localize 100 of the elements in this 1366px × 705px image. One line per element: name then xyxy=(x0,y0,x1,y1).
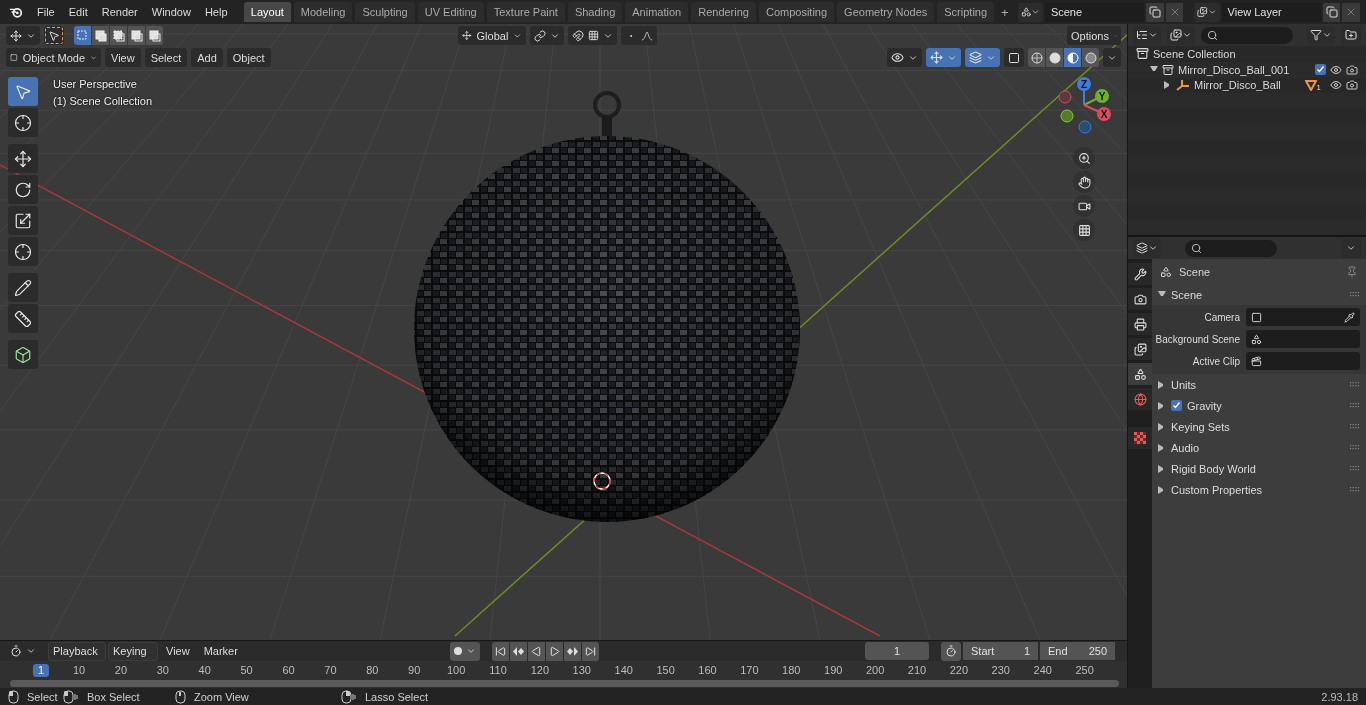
next-keyframe-button[interactable] xyxy=(564,641,581,661)
pivot-button[interactable] xyxy=(530,26,564,45)
shading-mode-button[interactable] xyxy=(1064,48,1081,67)
close-button[interactable] xyxy=(1342,2,1360,22)
disclosure-triangle[interactable] xyxy=(1158,422,1166,431)
play-reverse-button[interactable] xyxy=(528,641,545,661)
id-field[interactable] xyxy=(1246,352,1360,370)
properties-tab[interactable] xyxy=(1128,363,1152,385)
workspace-tab[interactable]: Layout xyxy=(243,2,291,22)
properties-tab[interactable] xyxy=(1128,338,1152,360)
pan-button[interactable] xyxy=(1073,171,1095,193)
viewport-menu[interactable]: Add xyxy=(191,48,223,67)
scale-tool[interactable] xyxy=(8,206,38,235)
add-workspace-button[interactable]: + xyxy=(996,2,1014,22)
3d-cursor-icon[interactable] xyxy=(593,472,611,490)
selection-mode-button[interactable] xyxy=(110,26,127,45)
select-tool[interactable] xyxy=(8,77,38,106)
current-frame-field[interactable]: 1 xyxy=(865,642,929,660)
properties-tab[interactable] xyxy=(1128,388,1152,410)
ortho-toggle-button[interactable] xyxy=(1073,219,1095,241)
menu-item[interactable]: Render xyxy=(95,3,144,21)
workspace-tab[interactable]: Geometry Nodes xyxy=(837,2,935,22)
record-button[interactable] xyxy=(450,641,480,661)
disclosure-triangle[interactable] xyxy=(1158,464,1166,473)
workspace-tab[interactable]: Modeling xyxy=(293,2,353,22)
copy-button[interactable] xyxy=(1146,2,1164,22)
workspace-tab[interactable]: Texture Paint xyxy=(486,2,565,22)
panel-header[interactable]: Custom Properties xyxy=(1152,479,1366,500)
new-collection-button[interactable] xyxy=(1341,25,1361,45)
pin-icon[interactable] xyxy=(1346,265,1358,278)
menu-item[interactable]: Edit xyxy=(62,3,94,21)
menu-item[interactable]: Help xyxy=(198,3,234,21)
snap-button[interactable] xyxy=(568,26,617,45)
disclosure-triangle[interactable] xyxy=(1158,401,1166,410)
eye-icon[interactable] xyxy=(1330,63,1342,76)
timeline-dropdown[interactable]: Playback xyxy=(48,641,106,661)
disclosure-triangle[interactable] xyxy=(1158,290,1166,299)
panel-header[interactable]: Gravity xyxy=(1152,395,1366,416)
filter-button[interactable] xyxy=(1307,25,1335,45)
jump-start-button[interactable] xyxy=(492,641,509,661)
workspace-tab[interactable]: Compositing xyxy=(758,2,835,22)
navigation-gizmo[interactable]: Z Y X xyxy=(1054,75,1114,135)
panel-checkbox[interactable] xyxy=(1171,400,1182,411)
editor-type-button[interactable] xyxy=(6,26,40,45)
orientation-dropdown[interactable]: Global xyxy=(458,26,526,45)
panel-header[interactable]: Scene xyxy=(1152,284,1366,305)
disclosure-triangle[interactable] xyxy=(1150,65,1158,74)
gizmos-toggle[interactable] xyxy=(926,48,961,67)
viewport-menu[interactable]: View xyxy=(105,48,141,67)
options-dropdown[interactable]: Options xyxy=(1067,26,1121,45)
timeline-dropdown[interactable]: Keying xyxy=(108,641,158,661)
viewport-menu[interactable]: Select xyxy=(144,48,188,67)
measure-tool[interactable] xyxy=(8,304,38,333)
workspace-tab[interactable]: Animation xyxy=(625,2,689,22)
menu-item[interactable]: Window xyxy=(145,3,197,21)
id-field[interactable] xyxy=(1246,330,1360,348)
eye-icon[interactable] xyxy=(1330,79,1342,92)
start-frame-field[interactable]: Start 1 xyxy=(963,642,1038,660)
disclosure-triangle[interactable] xyxy=(1158,443,1166,452)
disclosure-triangle[interactable] xyxy=(1158,485,1166,494)
timeline-menu[interactable]: Marker xyxy=(197,642,244,660)
exclude-checkbox[interactable] xyxy=(1315,64,1326,76)
proportional-edit-button[interactable] xyxy=(621,26,657,45)
scene-browse-button[interactable] xyxy=(1017,2,1043,22)
menu-item[interactable]: File xyxy=(31,3,61,21)
workspace-tab[interactable]: UV Editing xyxy=(417,2,484,22)
selection-mode-button[interactable] xyxy=(92,26,109,45)
cursor-tool[interactable] xyxy=(8,108,38,137)
zoom-button[interactable] xyxy=(1073,147,1095,169)
shading-mode-button[interactable] xyxy=(1046,48,1063,67)
shading-mode-button[interactable] xyxy=(1028,48,1045,67)
properties-tab[interactable] xyxy=(1128,427,1152,449)
workspace-tab[interactable]: Scripting xyxy=(937,2,995,22)
panel-header[interactable]: Rigid Body World xyxy=(1152,458,1366,479)
visibility-toggle[interactable] xyxy=(887,48,922,67)
copy-button[interactable] xyxy=(1323,2,1341,22)
properties-tab[interactable] xyxy=(1128,313,1152,335)
camera-icon[interactable] xyxy=(1346,79,1358,92)
view-layer-name-field[interactable]: View Layer xyxy=(1221,2,1321,22)
properties-tab[interactable] xyxy=(1128,288,1152,310)
selection-mode-button[interactable] xyxy=(146,26,163,45)
id-field[interactable] xyxy=(1246,308,1360,326)
workspace-tab[interactable]: Sculpting xyxy=(355,2,415,22)
panel-header[interactable]: Keying Sets xyxy=(1152,416,1366,437)
disclosure-triangle[interactable] xyxy=(1158,380,1166,389)
move-tool[interactable] xyxy=(8,144,38,173)
camera-view-button[interactable] xyxy=(1073,195,1095,217)
search-field[interactable] xyxy=(1201,26,1293,44)
preview-range-button[interactable] xyxy=(941,641,961,661)
mode-dropdown[interactable]: Object Mode xyxy=(6,48,101,67)
display-mode-button[interactable] xyxy=(1133,25,1161,45)
overlays-toggle[interactable] xyxy=(965,48,1000,67)
workspace-tab[interactable]: Rendering xyxy=(691,2,756,22)
transform-tool[interactable] xyxy=(8,237,38,266)
editor-type-button[interactable] xyxy=(1133,238,1161,258)
play-button[interactable] xyxy=(546,641,563,661)
search-field[interactable] xyxy=(1185,239,1277,257)
active-tool-button[interactable] xyxy=(44,26,64,45)
annotate-tool[interactable] xyxy=(8,273,38,302)
add-cube-tool[interactable] xyxy=(8,340,38,369)
